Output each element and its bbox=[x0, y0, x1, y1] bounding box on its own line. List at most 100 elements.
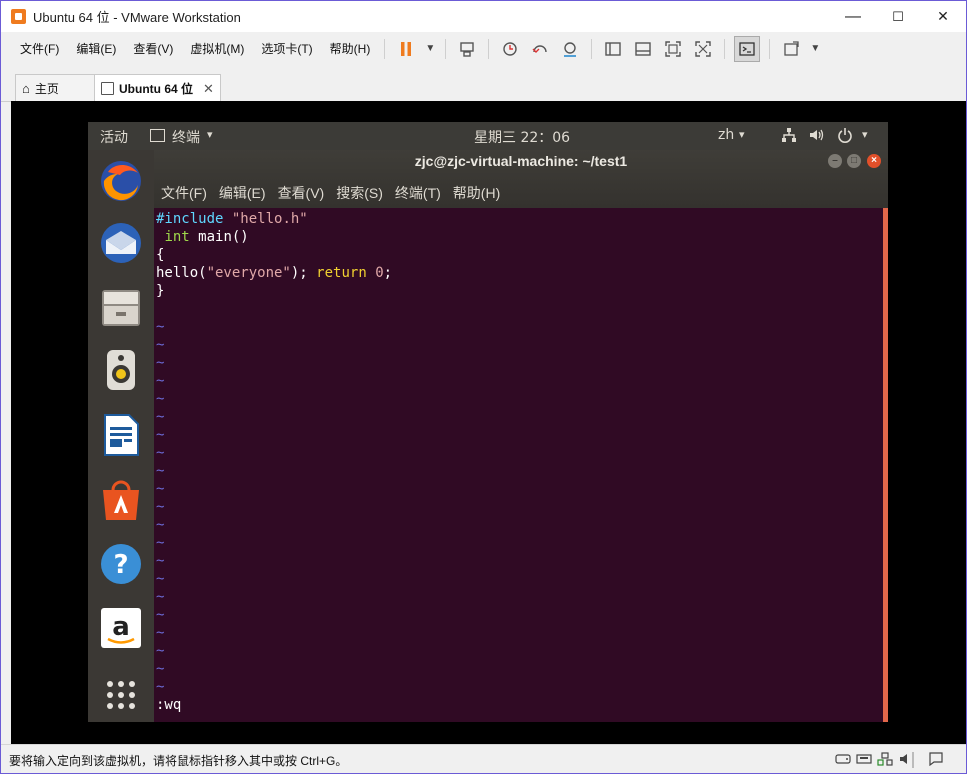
tab-label: Ubuntu 64 位 bbox=[119, 82, 193, 96]
vmware-app-icon bbox=[11, 9, 26, 24]
thumbnail-bar-icon[interactable] bbox=[631, 37, 655, 61]
menu-tabs[interactable]: 选项卡(T) bbox=[252, 40, 320, 57]
help-icon[interactable]: ? bbox=[98, 541, 144, 587]
vim-tilde-line: ~ bbox=[156, 589, 165, 605]
terminal-maximize-button[interactable]: □ bbox=[847, 154, 861, 168]
vim-tilde-line: ~ bbox=[156, 553, 165, 569]
vim-command-line: :wq bbox=[156, 697, 182, 713]
vim-tilde-line: ~ bbox=[156, 535, 165, 551]
unity-icon[interactable] bbox=[691, 37, 715, 61]
gnome-top-bar: 活动 终端 ▾ 星期三 22：06 zh ▾ ▾ bbox=[88, 122, 888, 150]
clock[interactable]: 星期三 22：06 bbox=[474, 127, 570, 147]
software-center-icon[interactable] bbox=[98, 477, 144, 523]
dropdown-arrow-icon[interactable]: ▼ bbox=[424, 37, 436, 61]
terminal-header: zjc@zjc-virtual-machine: ~/test1 – □ × 文… bbox=[154, 150, 888, 208]
send-ctrl-alt-del-icon[interactable] bbox=[455, 37, 479, 61]
hard-disk-icon[interactable] bbox=[835, 752, 851, 766]
vim-editor[interactable]: #include "hello.h" int main() { hello("e… bbox=[154, 208, 883, 722]
terminal-menu-view[interactable]: 查看(V) bbox=[278, 183, 325, 203]
sidebar-icon[interactable] bbox=[601, 37, 625, 61]
vmware-window: Ubuntu 64 位 - VMware Workstation — ☐ ✕ 文… bbox=[0, 0, 967, 774]
ubuntu-desktop[interactable]: 活动 终端 ▾ 星期三 22：06 zh ▾ ▾ ? a zjc@zjc-vir… bbox=[88, 122, 888, 722]
maximize-button[interactable]: ☐ bbox=[875, 1, 921, 32]
terminal-minimize-button[interactable]: – bbox=[828, 154, 842, 168]
toolbar-divider bbox=[724, 38, 726, 59]
tab-home[interactable]: ⌂ 主页 bbox=[15, 74, 101, 101]
vim-tilde-line: ~ bbox=[156, 571, 165, 587]
toolbar-divider bbox=[384, 38, 386, 59]
vim-tilde-line: ~ bbox=[156, 679, 165, 695]
terminal-scrollbar[interactable] bbox=[883, 208, 888, 722]
vim-tilde-line: ~ bbox=[156, 481, 165, 497]
close-button[interactable]: ✕ bbox=[920, 1, 966, 32]
activities-button[interactable]: 活动 bbox=[100, 127, 128, 147]
menu-vm[interactable]: 虚拟机(M) bbox=[181, 40, 252, 57]
status-bar: 要将输入定向到该虚拟机，请将鼠标指针移入其中或按 Ctrl+G。 bbox=[1, 744, 966, 773]
svg-text:a: a bbox=[112, 612, 130, 642]
tab-label: 主页 bbox=[34, 81, 59, 96]
firefox-icon[interactable] bbox=[98, 158, 144, 204]
toolbar-divider bbox=[488, 38, 490, 59]
snapshot-icon[interactable] bbox=[498, 37, 522, 61]
vim-tilde-line: ~ bbox=[156, 625, 165, 641]
vim-tilde-line: ~ bbox=[156, 373, 165, 389]
vim-tilde-line: ~ bbox=[156, 445, 165, 461]
tab-ubuntu[interactable]: Ubuntu 64 位 ✕ bbox=[94, 74, 221, 102]
console-view-icon[interactable] bbox=[734, 35, 761, 62]
terminal-menu-file[interactable]: 文件(F) bbox=[161, 183, 207, 203]
code-line: } bbox=[156, 283, 165, 299]
system-menu-arrow-icon: ▾ bbox=[862, 128, 868, 141]
svg-text:?: ? bbox=[113, 550, 128, 580]
home-icon: ⌂ bbox=[22, 80, 30, 96]
minimize-button[interactable]: — bbox=[830, 1, 876, 32]
app-menu-arrow-icon: ▾ bbox=[207, 128, 213, 141]
files-icon[interactable] bbox=[98, 284, 144, 330]
libreoffice-writer-icon[interactable] bbox=[98, 412, 144, 458]
vim-tilde-line: ~ bbox=[156, 463, 165, 479]
terminal-menu-help[interactable]: 帮助(H) bbox=[453, 183, 500, 203]
terminal-menu-terminal[interactable]: 终端(T) bbox=[395, 183, 441, 203]
code-line: #include "hello.h" bbox=[156, 211, 308, 227]
pause-icon[interactable] bbox=[394, 37, 418, 61]
terminal-title: zjc@zjc-virtual-machine: ~/test1 bbox=[414, 153, 628, 169]
terminal-window[interactable]: zjc@zjc-virtual-machine: ~/test1 – □ × 文… bbox=[154, 150, 888, 722]
power-icon[interactable] bbox=[837, 127, 853, 147]
stretch-icon[interactable] bbox=[779, 37, 803, 61]
terminal-close-button[interactable]: × bbox=[867, 154, 881, 168]
vim-tilde-line: ~ bbox=[156, 391, 165, 407]
snapshot-manager-icon[interactable] bbox=[558, 37, 582, 61]
volume-icon[interactable] bbox=[808, 127, 824, 147]
close-tab-icon[interactable]: ✕ bbox=[203, 81, 214, 97]
dropdown-arrow-icon[interactable]: ▼ bbox=[809, 37, 821, 61]
thunderbird-icon[interactable] bbox=[98, 220, 144, 266]
terminal-menubar: 文件(F) 编辑(E) 查看(V) 搜索(S) 终端(T) 帮助(H) bbox=[154, 183, 505, 203]
cd-drive-icon[interactable] bbox=[856, 752, 872, 766]
terminal-menu-edit[interactable]: 编辑(E) bbox=[219, 183, 266, 203]
revert-snapshot-icon[interactable] bbox=[528, 37, 552, 61]
terminal-menu-search[interactable]: 搜索(S) bbox=[336, 183, 383, 203]
code-line: int main() bbox=[164, 229, 249, 245]
menu-help[interactable]: 帮助(H) bbox=[321, 40, 379, 57]
window-title: Ubuntu 64 位 - VMware Workstation bbox=[33, 10, 241, 25]
rhythmbox-icon[interactable] bbox=[98, 347, 144, 393]
message-log-icon[interactable] bbox=[928, 752, 944, 767]
menu-view[interactable]: 查看(V) bbox=[124, 40, 181, 57]
fullscreen-icon[interactable] bbox=[661, 37, 685, 61]
input-method-indicator[interactable]: zh bbox=[718, 127, 734, 143]
vim-tilde-line: ~ bbox=[156, 661, 165, 677]
vm-icon bbox=[101, 82, 114, 95]
code-line: { bbox=[156, 247, 165, 263]
network-icon[interactable] bbox=[781, 127, 797, 147]
network-adapter-icon[interactable] bbox=[877, 752, 893, 766]
vim-tilde-line: ~ bbox=[156, 337, 165, 353]
menu-file[interactable]: 文件(F) bbox=[11, 40, 67, 57]
toolbar-divider bbox=[591, 38, 593, 59]
vim-tilde-line: ~ bbox=[156, 607, 165, 623]
app-menu-button[interactable]: 终端 bbox=[172, 127, 200, 147]
menu-edit[interactable]: 编辑(E) bbox=[67, 40, 124, 57]
status-divider bbox=[912, 752, 914, 768]
vim-tilde-line: ~ bbox=[156, 517, 165, 533]
show-apps-icon[interactable] bbox=[98, 675, 144, 715]
amazon-icon[interactable]: a bbox=[98, 605, 144, 651]
vm-console[interactable]: 活动 终端 ▾ 星期三 22：06 zh ▾ ▾ ? a zjc@zjc-vir… bbox=[11, 101, 966, 744]
